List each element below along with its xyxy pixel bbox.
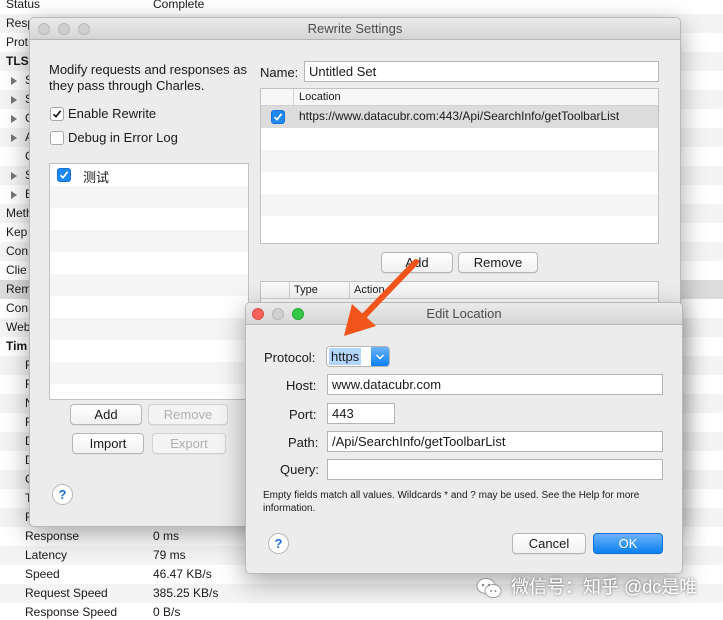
disclosure-triangle-icon[interactable] xyxy=(11,96,17,104)
edit-location-dialog: Edit Location Protocol: https Host: www.… xyxy=(245,302,683,574)
rules-header: Type Action xyxy=(261,282,658,299)
cancel-button[interactable]: Cancel xyxy=(512,533,586,554)
minimize-icon[interactable] xyxy=(272,308,284,320)
host-field[interactable]: www.datacubr.com xyxy=(327,374,663,395)
protocol-value: https xyxy=(329,348,362,365)
help-button[interactable]: ? xyxy=(268,533,289,554)
inspector-key: Response xyxy=(25,529,80,543)
location-column-header[interactable]: Location xyxy=(299,89,341,106)
disclosure-triangle-icon[interactable] xyxy=(11,115,17,123)
inspector-key: Response Speed xyxy=(25,605,118,619)
disclosure-triangle-icon[interactable] xyxy=(11,77,17,85)
protocol-label: Protocol: xyxy=(264,350,316,365)
help-button[interactable]: ? xyxy=(52,484,73,505)
inspector-row[interactable]: Status Complete xyxy=(0,0,723,14)
watermark-text: 微信号：知乎 @dc是唯 xyxy=(511,577,698,597)
disclosure-triangle-icon[interactable] xyxy=(11,191,17,199)
ok-button[interactable]: OK xyxy=(593,533,663,554)
location-url: https://www.datacubr.com:443/Api/SearchI… xyxy=(299,109,620,123)
port-label: Port: xyxy=(289,407,317,422)
debug-error-log-label[interactable]: Debug in Error Log xyxy=(68,130,178,145)
name-label: Name: xyxy=(260,65,299,80)
inspector-key: Speed xyxy=(25,567,60,581)
hint-text: Empty fields match all values. Wildcards… xyxy=(263,490,640,514)
protocol-select[interactable]: https xyxy=(326,346,390,367)
inspector-key: Rem xyxy=(6,282,32,296)
close-icon[interactable] xyxy=(252,308,264,320)
port-field[interactable]: 443 xyxy=(327,403,395,424)
dialog-title: Edit Location xyxy=(426,306,502,321)
checkmark-icon xyxy=(59,171,69,179)
add-location-button[interactable]: Add xyxy=(381,252,453,273)
add-set-button[interactable]: Add xyxy=(70,404,142,425)
locations-header: Location xyxy=(261,89,658,106)
inspector-row[interactable]: Response Speed 0 B/s xyxy=(0,603,723,620)
disclosure-triangle-icon[interactable] xyxy=(11,134,17,142)
type-column-header[interactable]: Type xyxy=(294,282,318,299)
inspector-value: 0 B/s xyxy=(153,605,181,619)
checkmark-icon xyxy=(52,110,62,118)
zoom-icon[interactable] xyxy=(292,308,304,320)
rewrite-settings-titlebar: Rewrite Settings xyxy=(30,18,680,40)
inspector-key: Con xyxy=(6,244,29,258)
inspector-value: 0 ms xyxy=(153,529,180,543)
checkmark-icon xyxy=(273,113,283,121)
remove-location-button[interactable]: Remove xyxy=(458,252,538,273)
window-title: Rewrite Settings xyxy=(307,21,403,36)
edit-location-titlebar: Edit Location xyxy=(246,303,682,325)
inspector-key: Tim xyxy=(6,339,28,353)
set-name-field[interactable]: Untitled Set xyxy=(304,61,659,82)
enable-rewrite-checkbox[interactable] xyxy=(50,107,64,121)
list-item[interactable]: 测试 xyxy=(50,164,248,186)
rewrite-description: Modify requests and responses as they pa… xyxy=(49,62,247,93)
query-field[interactable] xyxy=(327,459,663,480)
set-enabled-checkbox[interactable] xyxy=(57,168,71,182)
zoom-icon[interactable] xyxy=(78,23,90,35)
import-button[interactable]: Import xyxy=(72,433,144,454)
table-row[interactable]: https://www.datacubr.com:443/Api/SearchI… xyxy=(261,106,658,128)
location-enabled-checkbox[interactable] xyxy=(271,110,285,124)
inspector-value: 46.47 KB/s xyxy=(153,567,212,581)
wechat-icon xyxy=(476,577,502,599)
inspector-key: Web xyxy=(6,320,31,334)
path-label: Path: xyxy=(288,435,319,450)
inspector-key: Clie xyxy=(6,263,27,277)
debug-error-log-checkbox[interactable] xyxy=(50,131,64,145)
close-icon[interactable] xyxy=(38,23,50,35)
path-field[interactable]: /Api/SearchInfo/getToolbarList xyxy=(327,431,663,452)
inspector-key: Con xyxy=(6,301,29,315)
host-label: Host: xyxy=(286,378,317,393)
remove-set-button[interactable]: Remove xyxy=(148,404,228,425)
chevron-down-icon[interactable] xyxy=(371,347,389,366)
minimize-icon[interactable] xyxy=(58,23,70,35)
export-button[interactable]: Export xyxy=(152,433,226,454)
enable-rewrite-label[interactable]: Enable Rewrite xyxy=(68,106,156,121)
inspector-value: 79 ms xyxy=(153,548,186,562)
watermark: 微信号：知乎 @dc是唯 xyxy=(476,572,697,602)
inspector-value: Complete xyxy=(153,0,205,11)
inspector-key: Status xyxy=(6,0,41,11)
inspector-value: 385.25 KB/s xyxy=(153,586,219,600)
inspector-key: Prot xyxy=(6,35,29,49)
disclosure-triangle-icon[interactable] xyxy=(11,172,17,180)
locations-table[interactable]: Location https://www.datacubr.com:443/Ap… xyxy=(260,88,659,244)
inspector-key: Latency xyxy=(25,548,68,562)
inspector-key: TLS xyxy=(6,54,29,68)
action-column-header[interactable]: Action xyxy=(354,282,385,299)
query-label: Query: xyxy=(280,462,320,477)
inspector-key: Kep xyxy=(6,225,28,239)
rewrite-sets-list[interactable]: 测试 xyxy=(49,163,249,400)
inspector-key: Request Speed xyxy=(25,586,108,600)
set-name: 测试 xyxy=(83,170,110,185)
